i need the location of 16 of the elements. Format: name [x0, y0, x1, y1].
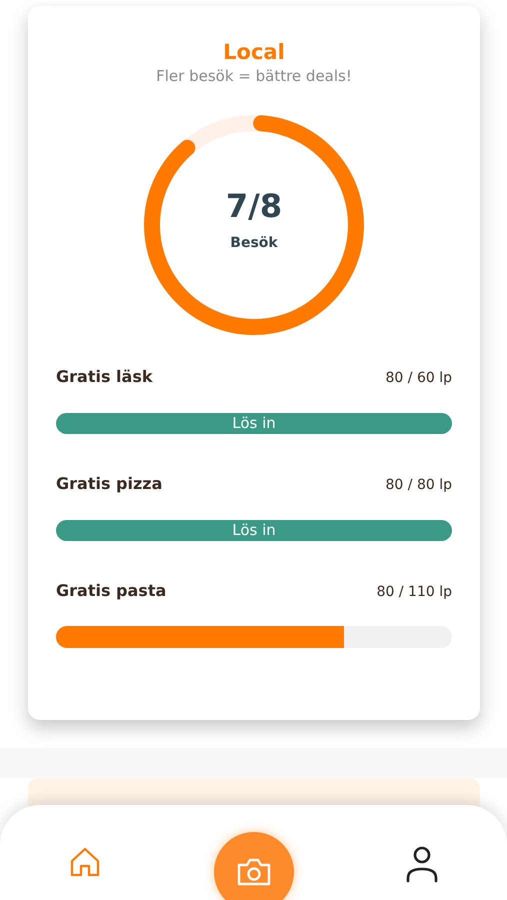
reward-points: 80 / 60 lp	[386, 370, 452, 386]
redeem-button[interactable]: Lös in	[56, 520, 452, 541]
camera-icon	[236, 857, 272, 887]
redeem-button[interactable]: Lös in	[56, 413, 452, 434]
camera-button[interactable]	[214, 832, 294, 900]
home-icon[interactable]	[68, 845, 102, 879]
profile-icon[interactable]	[405, 845, 439, 883]
card-title: Local	[223, 40, 285, 64]
reward-points: 80 / 80 lp	[386, 477, 452, 493]
reward-name: Gratis pasta	[56, 581, 166, 600]
reward-points: 80 / 110 lp	[376, 584, 452, 600]
visit-label: Besök	[230, 235, 278, 251]
reward-name: Gratis pizza	[56, 474, 162, 493]
visit-count: 7/8	[226, 187, 282, 225]
reward-name: Gratis läsk	[56, 367, 152, 386]
card-subtitle: Fler besök = bättre deals!	[156, 67, 352, 85]
